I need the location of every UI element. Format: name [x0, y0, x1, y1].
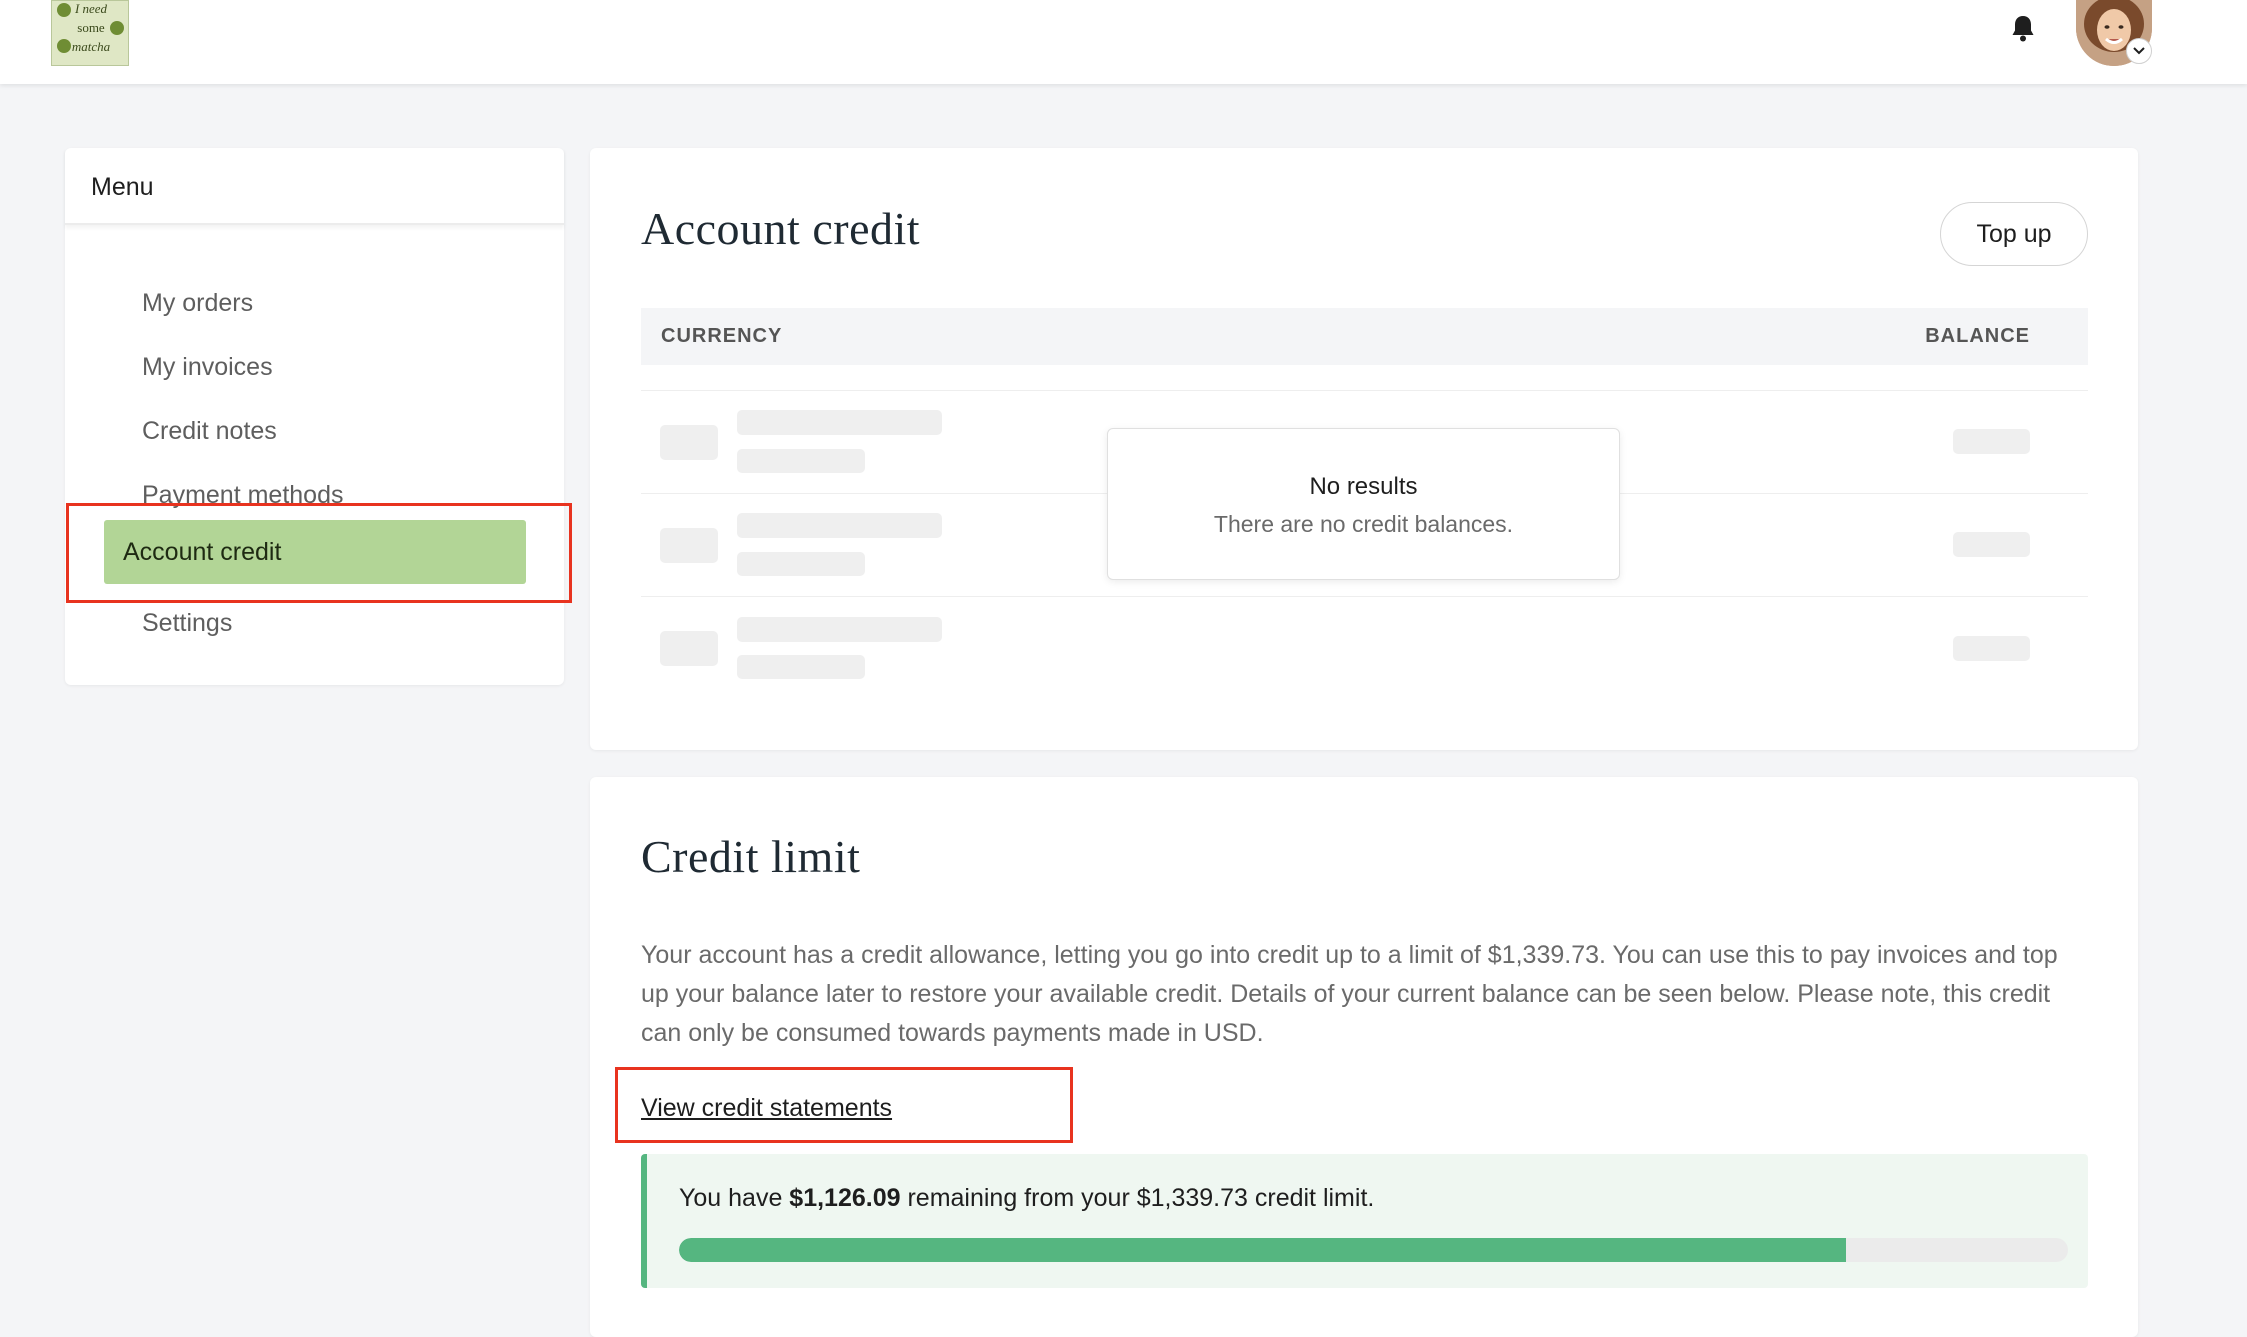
skeleton-placeholder: [737, 617, 942, 642]
column-currency: CURRENCY: [661, 325, 783, 347]
menu-title: Menu: [65, 148, 564, 225]
credit-limit-status: You have $1,126.09 remaining from your $…: [641, 1154, 2088, 1288]
skeleton-placeholder: [660, 528, 718, 563]
remaining-credit-text: You have $1,126.09 remaining from your $…: [679, 1184, 1374, 1213]
menu-item-payment-methods[interactable]: Payment methods: [123, 467, 545, 527]
remaining-suffix: remaining from your $1,339.73 credit lim…: [900, 1184, 1375, 1212]
top-bar: I need some matcha: [0, 0, 2247, 84]
account-menu: Menu My orders My invoices Credit notes …: [65, 148, 564, 685]
skeleton-placeholder: [1953, 636, 2030, 661]
menu-item-my-orders[interactable]: My orders: [123, 275, 545, 335]
credit-progress-fill: [679, 1238, 1847, 1262]
skeleton-placeholder: [737, 655, 865, 679]
credit-progress-bar: [679, 1238, 2068, 1262]
row-divider: [641, 596, 2088, 597]
empty-message: There are no credit balances.: [1213, 511, 1514, 537]
top-up-button[interactable]: Top up: [1940, 202, 2088, 266]
skeleton-placeholder: [1953, 429, 2030, 454]
credit-limit-title: Credit limit: [641, 831, 861, 882]
row-divider: [641, 390, 2088, 391]
skeleton-placeholder: [1953, 532, 2030, 557]
skeleton-placeholder: [737, 410, 942, 435]
column-balance: BALANCE: [1925, 325, 2030, 347]
skeleton-placeholder: [660, 425, 718, 460]
menu-item-credit-notes[interactable]: Credit notes: [123, 403, 545, 463]
skeleton-placeholder: [737, 513, 942, 538]
menu-item-account-credit[interactable]: Account credit: [104, 520, 526, 584]
logo-text-line: matcha: [71, 39, 111, 54]
skeleton-placeholder: [737, 552, 865, 576]
logo-text-line: some: [77, 20, 105, 35]
skeleton-placeholder: [660, 631, 718, 666]
bell-icon[interactable]: [2010, 14, 2036, 42]
empty-title: No results: [1309, 473, 1418, 500]
skeleton-placeholder: [737, 449, 865, 473]
view-credit-statements-link[interactable]: View credit statements: [641, 1094, 892, 1123]
remaining-prefix: You have: [679, 1184, 790, 1212]
logo-text-line: I need: [74, 1, 108, 16]
empty-state: No results There are no credit balances.: [1107, 428, 1620, 580]
remaining-amount: $1,126.09: [789, 1184, 901, 1212]
credit-table-header: CURRENCY BALANCE: [641, 308, 2088, 365]
menu-item-my-invoices[interactable]: My invoices: [123, 339, 545, 399]
account-credit-title: Account credit: [641, 203, 921, 254]
chevron-down-icon[interactable]: [2126, 38, 2152, 64]
menu-item-settings[interactable]: Settings: [123, 595, 545, 655]
credit-limit-description: Your account has a credit allowance, let…: [641, 941, 2058, 1047]
store-logo[interactable]: I need some matcha: [51, 0, 129, 66]
